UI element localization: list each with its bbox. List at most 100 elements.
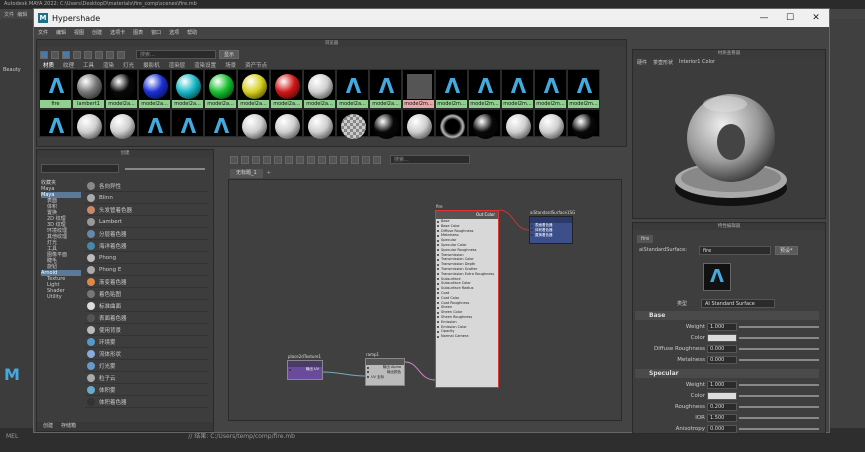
ramp-port-uv[interactable]: UV 坐标 — [366, 375, 404, 380]
create-node-item[interactable]: 各向异性 — [85, 180, 209, 192]
filter-icon[interactable] — [117, 50, 125, 59]
menu-view[interactable]: 视图 — [74, 29, 84, 36]
ae-attr-value[interactable]: 0.000 — [707, 345, 737, 353]
create-node-item[interactable]: 体积着色器 — [85, 396, 209, 408]
full-mode-icon[interactable] — [318, 155, 326, 164]
material-swatch[interactable] — [336, 109, 369, 139]
material-swatch[interactable] — [402, 109, 435, 139]
menu-graph[interactable]: 图表 — [133, 29, 143, 36]
menu-file[interactable]: 文件 — [38, 29, 48, 36]
graph-search-input[interactable]: 搜索... — [390, 155, 470, 164]
create-node-item[interactable]: 海洋着色器 — [85, 240, 209, 252]
material-swatch[interactable]: Λ — [39, 109, 72, 138]
menu-help[interactable]: 帮助 — [187, 29, 197, 36]
browser-search-input[interactable]: 搜索... — [136, 50, 216, 59]
show-button[interactable]: 显示 — [219, 50, 240, 59]
material-swatch[interactable]: model2a... — [204, 69, 237, 109]
material-swatch[interactable]: Λmodel2m... — [567, 69, 600, 109]
sg-port-displacement[interactable]: 置换着色器 — [530, 233, 572, 238]
create-node-item[interactable]: Phong E — [85, 264, 209, 276]
create-node-item[interactable]: 标准曲面 — [85, 300, 209, 312]
material-swatch[interactable]: model2a... — [303, 69, 336, 109]
ae-attr-slider[interactable] — [739, 395, 819, 397]
material-swatch[interactable] — [72, 109, 105, 139]
tab-create[interactable]: 创建 — [43, 423, 53, 429]
menu-window[interactable]: 窗口 — [151, 29, 161, 36]
material-swatch[interactable] — [369, 109, 402, 139]
ae-attr-value[interactable]: 1.000 — [707, 323, 737, 331]
material-swatch[interactable] — [501, 109, 534, 139]
create-node-item[interactable]: 表面着色器 — [85, 312, 209, 324]
ae-attr-slider[interactable] — [739, 337, 819, 339]
frame-all-icon[interactable] — [274, 155, 282, 164]
place-port-uv[interactable]: 输出 UV — [288, 367, 322, 372]
menu-options[interactable]: 选项 — [169, 29, 179, 36]
node-fire[interactable]: fire Out Color Base Base Color Diffuse Rou… — [435, 204, 499, 388]
create-node-item[interactable]: 分层着色器 — [85, 228, 209, 240]
material-swatch[interactable]: Λfire — [39, 69, 72, 109]
environment-select[interactable]: Interior1 Color — [679, 59, 715, 66]
material-swatch[interactable]: Λmodel2m... — [501, 69, 534, 109]
create-node-item[interactable]: 使用背景 — [85, 324, 209, 336]
layout-icon[interactable] — [351, 155, 359, 164]
material-swatch[interactable] — [237, 109, 270, 139]
material-swatch[interactable] — [468, 109, 501, 139]
simple-mode-icon[interactable] — [296, 155, 304, 164]
ae-presets-button[interactable]: 预设* — [775, 246, 798, 255]
create-node-item[interactable]: Blinn — [85, 192, 209, 204]
material-swatch[interactable]: Λ — [204, 109, 237, 138]
large-swatch-icon[interactable] — [95, 50, 103, 59]
swatch-toggle-icon[interactable] — [362, 155, 370, 164]
ae-section-specular[interactable]: Specular — [635, 369, 819, 378]
tab-untitled-1[interactable]: 无标题_1 — [230, 169, 263, 178]
ae-attr-slider[interactable] — [739, 384, 819, 386]
ae-attr-slider[interactable] — [739, 417, 819, 419]
ae-attr-value[interactable]: 0.000 — [707, 356, 737, 364]
ae-section-base[interactable]: Base — [635, 311, 819, 320]
menu-create[interactable]: 创建 — [92, 29, 102, 36]
menu-edit[interactable]: 编辑 — [17, 12, 27, 18]
ae-attr-slider[interactable] — [739, 406, 819, 408]
material-swatch[interactable]: Λmodel2a... — [336, 69, 369, 109]
material-swatch[interactable]: model2a... — [138, 69, 171, 109]
medium-swatch-icon[interactable] — [84, 50, 92, 59]
create-node-item[interactable]: Phong — [85, 252, 209, 264]
ae-attr-value[interactable]: 1.000 — [707, 381, 737, 389]
material-swatch[interactable]: model2a... — [237, 69, 270, 109]
material-swatch[interactable]: Λ — [138, 109, 171, 138]
ae-attr-value[interactable]: 0.000 — [707, 425, 737, 433]
icon-view-icon[interactable] — [62, 50, 70, 59]
sort-icon[interactable] — [106, 50, 114, 59]
material-swatch[interactable]: Λmodel2m... — [468, 69, 501, 109]
node-ramp[interactable]: ramp1 输出 Alpha 输出颜色 UV 坐标 — [365, 352, 405, 386]
ae-attr-value[interactable]: 1.500 — [707, 414, 737, 422]
material-swatch[interactable] — [567, 109, 600, 139]
material-swatch[interactable] — [105, 109, 138, 139]
swatch-size-slider[interactable] — [125, 168, 205, 170]
create-node-item[interactable]: 渐变着色器 — [85, 276, 209, 288]
create-node-item[interactable]: 头发管着色器 — [85, 204, 209, 216]
graph-input-icon[interactable] — [230, 155, 238, 164]
ae-attr-slider[interactable] — [739, 359, 819, 361]
ae-attr-value[interactable] — [707, 392, 737, 400]
create-node-item[interactable]: 体积雾 — [85, 384, 209, 396]
material-swatch[interactable] — [303, 109, 336, 139]
mel-label[interactable]: MEL — [6, 433, 18, 440]
close-button[interactable]: ✕ — [803, 9, 829, 27]
material-swatch[interactable] — [270, 109, 303, 139]
clear-graph-icon[interactable] — [263, 155, 271, 164]
ae-type-select[interactable]: AI Standard Surface — [701, 299, 775, 308]
material-swatch[interactable]: model2a... — [171, 69, 204, 109]
node-fire-out[interactable]: Out Color — [436, 211, 498, 219]
create-node-item[interactable]: 环境雾 — [85, 336, 209, 348]
material-swatch[interactable]: Λ — [171, 109, 204, 138]
material-swatch[interactable]: model2a... — [105, 69, 138, 109]
material-swatch[interactable]: Λmodel2m... — [534, 69, 567, 109]
create-node-item[interactable]: 流体形状 — [85, 348, 209, 360]
node-place2dtexture[interactable]: place2dTexture1 输出 UV — [287, 354, 323, 380]
ae-attr-slider[interactable] — [739, 326, 819, 328]
node-graph-canvas[interactable]: fire Out Color Base Base Color Diffuse Rou… — [228, 179, 622, 421]
small-swatch-icon[interactable] — [73, 50, 81, 59]
minimize-button[interactable]: — — [751, 9, 777, 27]
material-swatch[interactable]: model2a... — [270, 69, 303, 109]
